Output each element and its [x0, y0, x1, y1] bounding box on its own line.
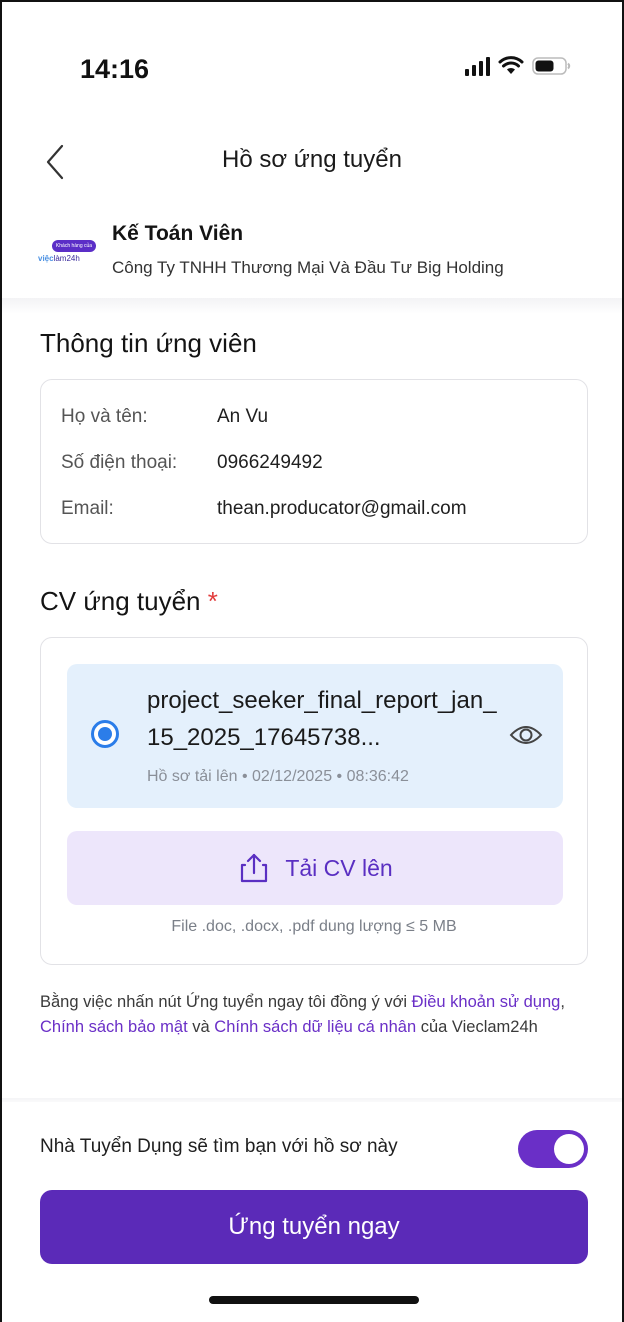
signal-icon — [465, 56, 490, 76]
battery-icon — [532, 56, 572, 76]
visibility-toggle[interactable] — [518, 1130, 588, 1168]
name-label: Họ và tên: — [61, 406, 148, 427]
status-icons — [465, 56, 572, 76]
email-label: Email: — [61, 498, 114, 519]
email-value: thean.producator@gmail.com — [217, 498, 467, 519]
app-screen: 14:16 Hồ sơ ứng tuyển Khách hàng của việ… — [0, 0, 624, 1322]
nav-header: Hồ sơ ứng tuyển — [2, 122, 622, 202]
upload-icon — [241, 853, 268, 883]
job-summary: Khách hàng của việclàm24h Kế Toán Viên C… — [2, 212, 622, 300]
cv-file-meta: Hồ sơ tải lên • 02/12/2025 • 08:36:42 — [147, 768, 409, 785]
personal-data-policy-link[interactable]: Chính sách dữ liệu cá nhân — [214, 1018, 416, 1036]
section-divider — [2, 298, 622, 314]
apply-now-button[interactable]: Ứng tuyển ngay — [40, 1190, 588, 1264]
logo-brand-prefix: việc — [38, 254, 54, 263]
upload-cv-button[interactable]: Tải CV lên — [67, 831, 563, 905]
name-value: An Vu — [217, 406, 269, 427]
candidate-section-title: Thông tin ứng viên — [40, 328, 257, 358]
visibility-toggle-label: Nhà Tuyển Dụng sẽ tìm bạn với hồ sơ này — [40, 1136, 398, 1157]
home-indicator[interactable] — [209, 1296, 419, 1304]
company-name: Công Ty TNHH Thương Mại Và Đầu Tư Big Ho… — [112, 258, 504, 277]
phone-value: 0966249492 — [217, 452, 323, 473]
logo-brand-suffix: làm24h — [53, 254, 80, 263]
terms-text: Bằng việc nhấn nút Ứng tuyển ngay tôi đồ… — [40, 990, 600, 1040]
status-time: 14:16 — [80, 54, 150, 84]
page-title: Hồ sơ ứng tuyển — [222, 146, 402, 173]
cv-section-label: CV ứng tuyển — [40, 586, 201, 616]
cv-file-name: project_seeker_final_report_jan_15_2025_… — [147, 687, 497, 751]
cv-file-option[interactable]: project_seeker_final_report_jan_15_2025_… — [67, 664, 563, 808]
job-title: Kế Toán Viên — [112, 222, 244, 245]
privacy-policy-link[interactable]: Chính sách bảo mật — [40, 1018, 188, 1036]
terms-suffix: của Vieclam24h — [416, 1018, 538, 1036]
upload-hint: File .doc, .docx, .pdf dung lượng ≤ 5 MB — [171, 918, 457, 935]
terms-of-use-link[interactable]: Điều khoản sử dụng — [412, 993, 561, 1011]
terms-prefix: Bằng việc nhấn nút Ứng tuyển ngay tôi đồ… — [40, 993, 412, 1011]
company-logo: Khách hàng của việclàm24h — [38, 240, 98, 272]
wifi-icon — [498, 56, 524, 76]
eye-icon[interactable] — [509, 720, 543, 750]
logo-brand: việclàm24h — [38, 254, 80, 263]
status-bar: 14:16 — [2, 2, 622, 112]
required-mark: * — [207, 586, 218, 616]
cv-radio-selected[interactable] — [91, 720, 119, 748]
candidate-info-card: Họ và tên: An Vu Số điện thoại: 09662494… — [40, 379, 588, 544]
upload-cv-label: Tải CV lên — [285, 854, 393, 881]
cv-card: project_seeker_final_report_jan_15_2025_… — [40, 637, 588, 965]
toggle-knob — [554, 1134, 584, 1164]
bottom-action-bar: Nhà Tuyển Dụng sẽ tìm bạn với hồ sơ này … — [2, 1102, 622, 1322]
phone-label: Số điện thoại: — [61, 452, 178, 473]
cv-section-title: CV ứng tuyển * — [40, 586, 218, 617]
logo-badge: Khách hàng của — [52, 240, 96, 252]
terms-sep1: , — [560, 993, 565, 1011]
terms-sep2: và — [187, 1018, 215, 1036]
